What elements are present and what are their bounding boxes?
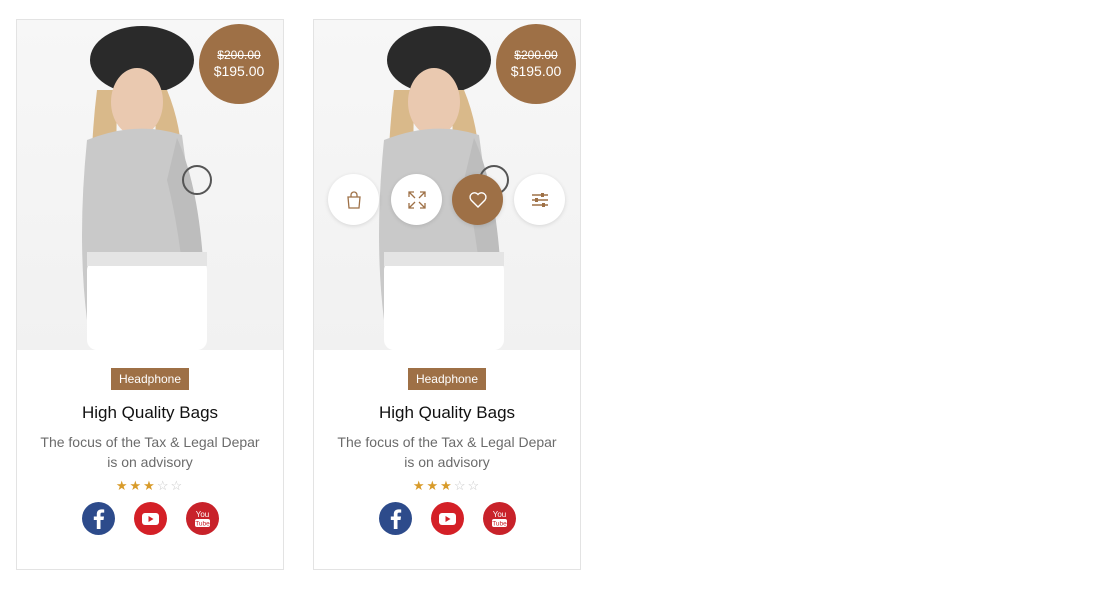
star-filled-icon: ★ [412,478,427,493]
social-links: You Tube [17,502,283,535]
svg-text:You: You [195,510,209,519]
facebook-icon[interactable] [378,502,412,535]
product-description: The focus of the Tax & Legal Depar is on… [40,434,260,470]
star-filled-icon: ★ [440,478,454,493]
product-title[interactable]: High Quality Bags [314,402,580,424]
star-filled-icon: ★ [426,478,441,493]
star-empty-icon: ☆ [453,478,468,493]
youtube-logo-icon[interactable]: You Tube [185,502,219,535]
old-price: $200.00 [514,48,558,62]
star-filled-icon: ★ [129,478,144,493]
star-filled-icon: ★ [143,478,157,493]
wishlist-button[interactable] [452,174,503,225]
product-card[interactable]: $200.00 $195.00 Headphone High Quality B… [16,19,284,570]
star-empty-icon: ☆ [156,478,171,493]
star-filled-icon: ★ [115,478,130,493]
product-description: The focus of the Tax & Legal Depar is on… [337,434,557,470]
svg-text:You: You [492,510,506,519]
new-price: $195.00 [213,63,265,79]
youtube-logo-icon[interactable]: You Tube [482,502,516,535]
facebook-icon[interactable] [81,502,115,535]
sliders-icon [531,192,548,207]
product-image[interactable]: $200.00 $195.00 [314,20,580,350]
expand-icon [407,190,426,209]
new-price: $195.00 [510,63,562,79]
social-links: You Tube [314,502,580,535]
category-tag[interactable]: Headphone [407,368,487,390]
old-price: $200.00 [217,48,261,62]
product-card[interactable]: $200.00 $195.00 Headphone High Quality B… [313,19,581,570]
price-badge: $200.00 $195.00 [199,24,279,104]
youtube-icon[interactable] [133,502,167,535]
compare-button[interactable] [514,174,565,225]
price-badge: $200.00 $195.00 [496,24,576,104]
youtube-icon[interactable] [430,502,464,535]
product-title[interactable]: High Quality Bags [17,402,283,424]
quick-view-button[interactable] [391,174,442,225]
product-actions [328,174,568,226]
shopping-bag-icon [346,190,361,209]
star-empty-icon: ☆ [170,478,185,493]
svg-text:Tube: Tube [195,521,210,528]
category-tag[interactable]: Headphone [110,368,190,390]
product-image[interactable]: $200.00 $195.00 [17,20,283,350]
heart-icon [468,191,487,208]
add-to-cart-button[interactable] [328,174,379,225]
star-empty-icon: ☆ [467,478,482,493]
rating-stars: ★★★☆☆ [314,478,580,494]
rating-stars: ★★★☆☆ [17,478,283,494]
svg-text:Tube: Tube [492,521,507,528]
